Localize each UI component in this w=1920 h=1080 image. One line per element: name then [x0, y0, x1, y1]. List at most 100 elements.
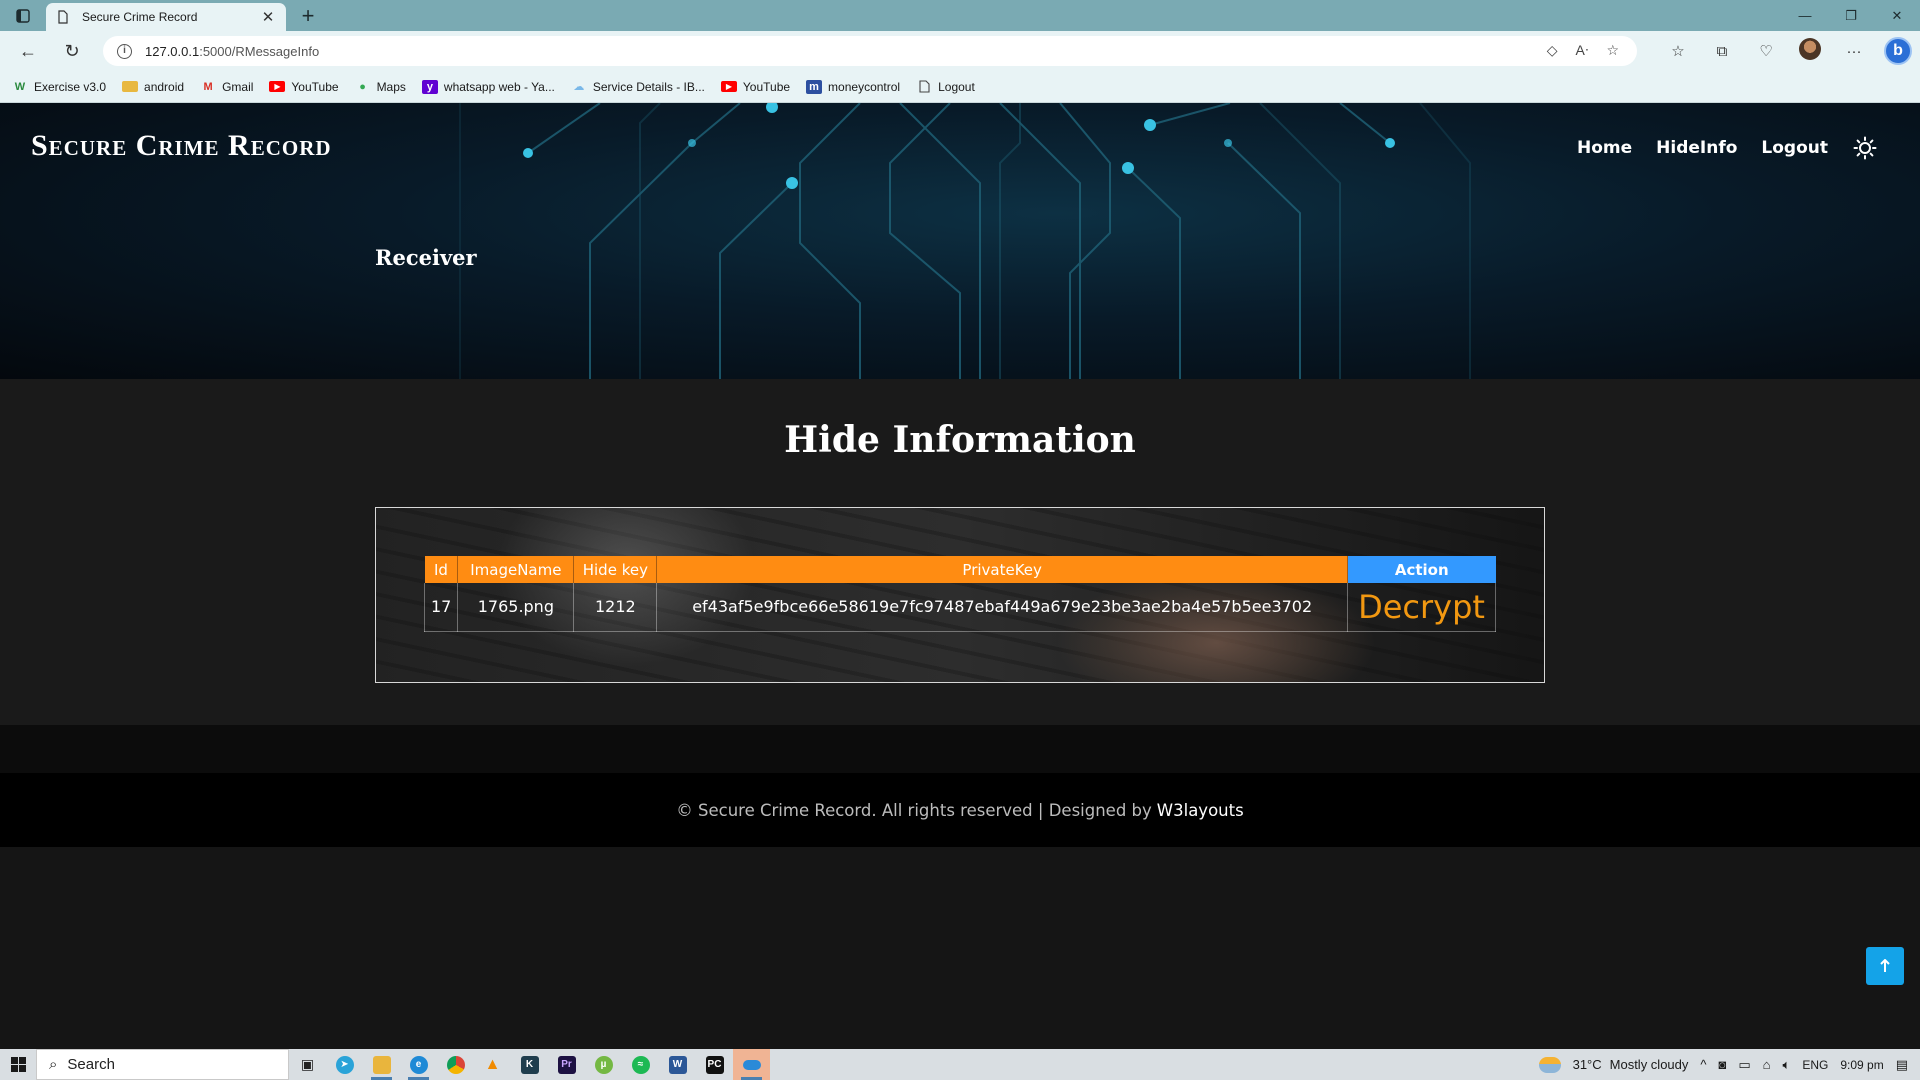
weather-icon[interactable]	[1538, 1056, 1561, 1073]
task-view-icon[interactable]: ▣	[289, 1049, 326, 1080]
spotify-icon[interactable]: ≈	[622, 1049, 659, 1080]
chrome-icon[interactable]	[437, 1049, 474, 1080]
minimize-button[interactable]: —	[1782, 0, 1828, 31]
footer-copyright: © Secure Crime Record. All rights reserv…	[676, 800, 1152, 820]
close-window-button[interactable]: ✕	[1874, 0, 1920, 31]
telegram-icon[interactable]: ➤	[326, 1049, 363, 1080]
section-title: Hide Information	[784, 419, 1136, 461]
clock[interactable]: 9:09 pm	[1840, 1058, 1883, 1072]
bookmark-item[interactable]: android	[122, 80, 184, 94]
youtube-icon: ▶	[720, 81, 737, 92]
address-bar[interactable]: i 127.0.0.1:5000/RMessageInfo ◇ A͏ᐧ ☆	[103, 36, 1637, 66]
scroll-to-top-button[interactable]	[1866, 947, 1904, 985]
site-brand-logo[interactable]: Secure Crime Record	[31, 129, 332, 163]
table-row: 17 1765.png 1212 ef43af5e9fbce66e58619e7…	[423, 583, 1496, 632]
bookmark-item[interactable]: M Gmail	[200, 80, 253, 94]
system-tray: 31°C Mostly cloudy ^ ◙ ▭ ⌂ 🔈︎ ENG 9:09 p…	[1538, 1049, 1920, 1080]
tab-actions-icon[interactable]	[14, 7, 32, 24]
weather-temperature[interactable]: 31°C	[1573, 1057, 1602, 1072]
browser-essentials-icon[interactable]: ♡	[1744, 42, 1788, 60]
taskbar-search-box[interactable]: ⌕ Search	[36, 1049, 289, 1080]
address-toolbar: ← ↻ i 127.0.0.1:5000/RMessageInfo ◇ A͏ᐧ …	[0, 31, 1920, 71]
tab-title: Secure Crime Record	[82, 10, 198, 24]
windows-taskbar: ⌕ Search ▣ ➤ e ▲ K Pr µ ≈ W PC 31°C Most…	[0, 1049, 1920, 1080]
vlc-icon[interactable]: ▲	[474, 1049, 511, 1080]
column-header-id: Id	[424, 556, 459, 583]
utorrent-icon[interactable]: µ	[585, 1049, 622, 1080]
word-icon[interactable]: W	[659, 1049, 696, 1080]
cloud-app-icon[interactable]	[733, 1049, 770, 1080]
reload-icon[interactable]: ↻	[60, 39, 84, 63]
bookmark-item[interactable]: ▶ YouTube	[720, 80, 790, 94]
network-icon[interactable]: ⌂	[1763, 1057, 1771, 1072]
restore-button[interactable]: ❐	[1828, 0, 1874, 31]
cell-hide-key: 1212	[573, 583, 658, 632]
battery-icon[interactable]: ▭	[1738, 1057, 1750, 1073]
browser-tab-active[interactable]: Secure Crime Record ✕	[46, 3, 286, 31]
weather-condition[interactable]: Mostly cloudy	[1610, 1057, 1689, 1072]
meet-now-icon[interactable]: ◙	[1719, 1057, 1727, 1072]
url-text: 127.0.0.1:5000/RMessageInfo	[145, 43, 320, 59]
column-header-private-key: PrivateKey	[656, 556, 1348, 583]
new-tab-button[interactable]: +	[296, 3, 320, 29]
column-header-imagename: ImageName	[457, 556, 575, 583]
decrypt-link[interactable]: Decrypt	[1358, 588, 1485, 626]
add-favorite-icon[interactable]: ☆	[1606, 42, 1619, 59]
bookmark-item[interactable]: ▶ YouTube	[269, 80, 339, 94]
column-header-hide-key: Hide key	[573, 556, 658, 583]
maps-pin-icon: ●	[359, 80, 366, 93]
gmail-icon: M	[203, 80, 213, 93]
bookmark-item[interactable]: Logout	[916, 80, 975, 94]
profile-avatar[interactable]	[1788, 38, 1832, 64]
hide-info-table: Id ImageName Hide key PrivateKey Action …	[423, 556, 1496, 632]
bookmark-item[interactable]: ☁ Service Details - IB...	[571, 80, 705, 94]
footer-w3layouts-link[interactable]: W3layouts	[1157, 801, 1244, 820]
bing-copilot-icon[interactable]: b	[1876, 37, 1920, 65]
language-indicator[interactable]: ENG	[1802, 1058, 1828, 1072]
folder-icon	[122, 81, 139, 92]
windows-start-icon[interactable]	[0, 1049, 36, 1080]
bookmarks-bar: W Exercise v3.0 android M Gmail ▶ YouTube ●…	[0, 71, 1920, 103]
tracking-prevention-icon[interactable]: ◇	[1547, 42, 1558, 59]
table-header-row: Id ImageName Hide key PrivateKey Action	[424, 556, 1496, 583]
table-card: Id ImageName Hide key PrivateKey Action …	[375, 507, 1545, 683]
cell-private-key: ef43af5e9fbce66e58619e7fc97487ebaf449a67…	[656, 583, 1348, 632]
collections-icon[interactable]: ⧉	[1700, 43, 1744, 60]
hide-information-section: Hide Information Id ImageName Hide key P…	[0, 379, 1920, 725]
more-options-icon[interactable]: ···	[1832, 43, 1876, 60]
main-navigation: Home HideInfo Logout	[1577, 135, 1878, 161]
moneycontrol-icon: m	[806, 79, 823, 94]
cloud-icon: ☁	[573, 81, 585, 93]
favorites-icon[interactable]: ☆	[1656, 42, 1700, 60]
nav-logout-link[interactable]: Logout	[1761, 138, 1828, 158]
bookmark-item[interactable]: W Exercise v3.0	[12, 80, 106, 94]
yahoo-icon: y	[421, 79, 438, 94]
nav-home-link[interactable]: Home	[1577, 138, 1632, 158]
close-tab-icon[interactable]: ✕	[260, 8, 276, 26]
arrow-up-icon	[1880, 959, 1890, 972]
premiere-pro-icon[interactable]: Pr	[548, 1049, 585, 1080]
edge-browser-icon[interactable]: e	[400, 1049, 437, 1080]
nav-hideinfo-link[interactable]: HideInfo	[1656, 138, 1737, 158]
site-info-icon[interactable]: i	[117, 43, 132, 59]
read-aloud-icon[interactable]: A͏ᐧ	[1576, 42, 1589, 59]
bookmark-item[interactable]: y whatsapp web - Ya...	[421, 79, 555, 94]
theme-toggle-sun-icon[interactable]	[1852, 135, 1878, 161]
youtube-icon: ▶	[269, 81, 286, 92]
browser-tab-strip: Secure Crime Record ✕ + — ❐ ✕	[0, 0, 1920, 31]
notification-icon[interactable]: ▤	[1896, 1057, 1908, 1073]
bookmark-item[interactable]: m moneycontrol	[806, 79, 900, 94]
cell-action: Decrypt	[1347, 583, 1496, 632]
kotlin-ide-icon[interactable]: K	[511, 1049, 548, 1080]
back-arrow-icon[interactable]: ←	[16, 39, 40, 63]
w-icon: W	[14, 80, 26, 93]
cell-image-name: 1765.png	[457, 583, 575, 632]
file-explorer-icon[interactable]	[363, 1049, 400, 1080]
cell-id: 17	[423, 583, 459, 632]
volume-icon[interactable]: 🔈︎	[1783, 1057, 1791, 1073]
chevron-up-icon[interactable]: ^	[1700, 1057, 1706, 1072]
bookmark-item[interactable]: ● Maps	[355, 80, 406, 94]
column-header-action: Action	[1347, 556, 1496, 583]
search-icon: ⌕	[49, 1056, 58, 1073]
pycharm-icon[interactable]: PC	[696, 1049, 733, 1080]
